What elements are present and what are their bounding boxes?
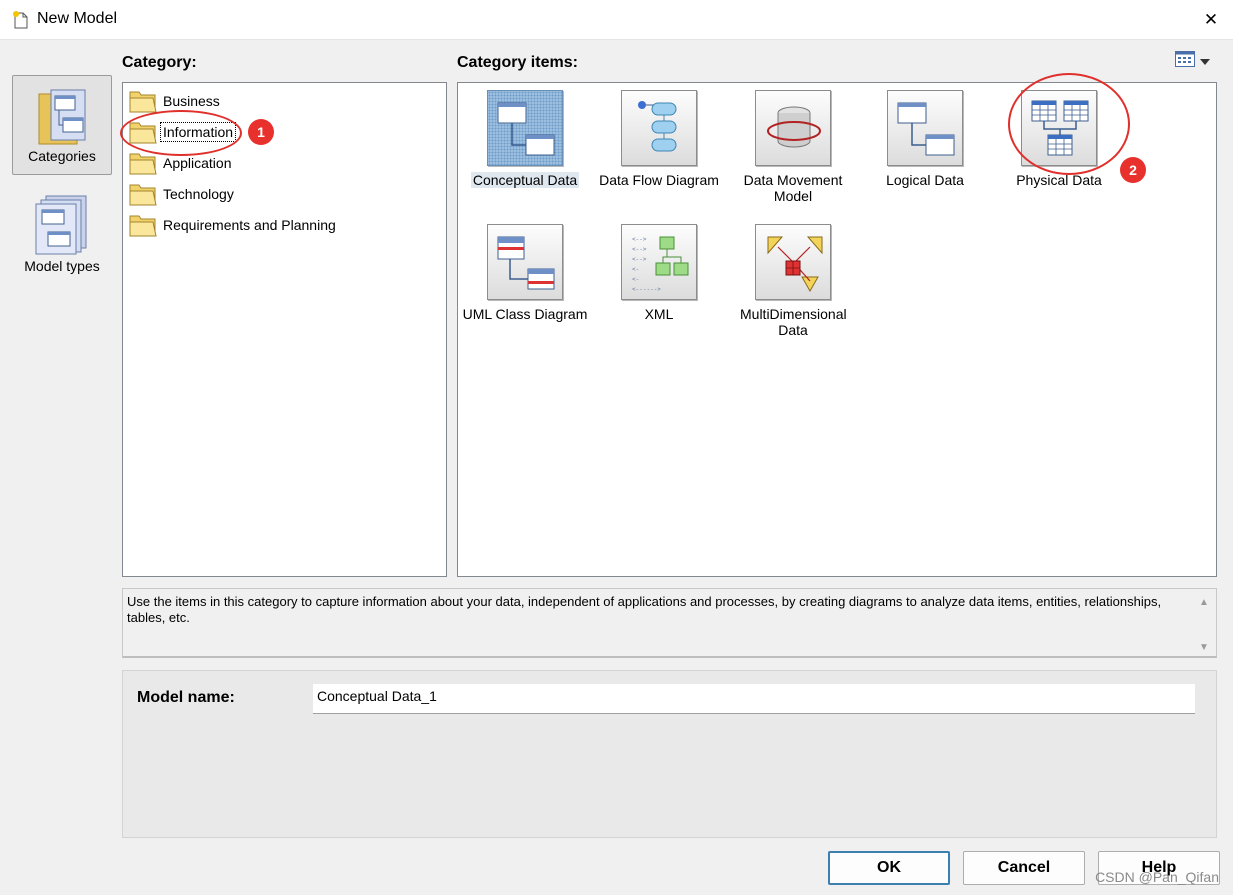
nav-categories-button[interactable]: Categories xyxy=(12,75,112,175)
multidimensional-data-icon xyxy=(755,224,831,300)
model-types-icon xyxy=(34,194,90,259)
category-item-technology[interactable]: Technology xyxy=(129,180,236,208)
model-name-panel: Model name: xyxy=(122,670,1217,838)
folder-icon xyxy=(129,88,157,114)
conceptual-data-icon xyxy=(487,90,563,166)
close-icon: ✕ xyxy=(1203,10,1219,29)
category-item-business[interactable]: Business xyxy=(129,87,222,115)
item-label: MultiDimensional Data xyxy=(740,306,847,338)
category-header: Category: xyxy=(122,54,197,71)
new-model-icon xyxy=(12,10,30,30)
item-label: Physical Data xyxy=(1016,172,1102,188)
item-data-flow-diagram[interactable]: Data Flow Diagram xyxy=(594,90,724,188)
category-label-application: Application xyxy=(163,155,232,171)
item-label: Conceptual Data xyxy=(470,172,580,188)
grid-view-icon xyxy=(1175,50,1195,70)
category-label-requirements-and-planning: Requirements and Planning xyxy=(163,217,336,233)
close-button[interactable]: ✕ xyxy=(1189,0,1233,40)
item-uml-class-diagram[interactable]: UML Class Diagram xyxy=(460,224,590,322)
nav-model-types-button[interactable]: Model types xyxy=(12,190,112,290)
item-label: Data Flow Diagram xyxy=(599,172,719,188)
nav-model-types-label: Model types xyxy=(24,258,100,274)
category-items-header: Category items: xyxy=(457,54,578,71)
watermark: CSDN @Pan_Qifan xyxy=(1095,869,1219,885)
physical-data-icon xyxy=(1021,90,1097,166)
folder-icon xyxy=(129,119,157,145)
data-flow-diagram-icon xyxy=(621,90,697,166)
nav-categories-label: Categories xyxy=(28,148,96,164)
xml-icon: <--> <--> <--> <- <- <------> xyxy=(621,224,697,300)
category-description: Use the items in this category to captur… xyxy=(122,588,1217,658)
category-description-text: Use the items in this category to captur… xyxy=(127,594,1162,625)
cancel-button[interactable]: Cancel xyxy=(963,851,1085,885)
folder-icon xyxy=(129,212,157,238)
categories-icon xyxy=(37,86,89,149)
model-name-label: Model name: xyxy=(137,689,235,706)
svg-text:<-: <- xyxy=(632,276,639,283)
category-list[interactable]: Business Information Application Technol… xyxy=(122,82,447,577)
annotation-badge-2: 2 xyxy=(1120,157,1146,183)
item-label: XML xyxy=(644,306,674,322)
data-movement-model-icon xyxy=(755,90,831,166)
svg-text:<-: <- xyxy=(632,266,639,273)
item-label: UML Class Diagram xyxy=(462,306,588,322)
svg-text:<-->: <--> xyxy=(632,236,647,243)
item-logical-data[interactable]: Logical Data xyxy=(860,90,990,188)
category-item-application[interactable]: Application xyxy=(129,149,234,177)
category-items-grid[interactable]: Conceptual Data Data Flow Diagram Data M… xyxy=(457,82,1217,577)
item-label: Logical Data xyxy=(886,172,964,188)
item-multidimensional-data[interactable]: MultiDimensional Data xyxy=(728,224,858,338)
category-item-requirements-and-planning[interactable]: Requirements and Planning xyxy=(129,211,338,239)
category-item-information[interactable]: Information xyxy=(129,118,237,146)
svg-text:<-->: <--> xyxy=(632,246,647,253)
ok-button[interactable]: OK xyxy=(828,851,950,885)
item-label: Data Movement Model xyxy=(743,172,843,204)
title-bar: New Model ✕ xyxy=(0,0,1233,40)
category-label-business: Business xyxy=(163,93,220,109)
model-name-input[interactable] xyxy=(313,684,1195,714)
category-label-technology: Technology xyxy=(163,186,234,202)
scroll-down-icon[interactable]: ▼ xyxy=(1198,640,1210,653)
logical-data-icon xyxy=(887,90,963,166)
item-xml[interactable]: <--> <--> <--> <- <- <------> XML xyxy=(594,224,724,322)
svg-text:<------>: <------> xyxy=(632,286,661,293)
item-physical-data[interactable]: Physical Data xyxy=(994,90,1124,188)
item-conceptual-data[interactable]: Conceptual Data xyxy=(460,90,590,188)
uml-class-diagram-icon xyxy=(487,224,563,300)
chevron-down-icon xyxy=(1200,52,1210,68)
view-mode-dropdown[interactable] xyxy=(1175,50,1213,70)
item-data-movement-model[interactable]: Data Movement Model xyxy=(728,90,858,204)
category-label-information: Information xyxy=(159,122,237,142)
folder-icon xyxy=(129,150,157,176)
annotation-badge-1: 1 xyxy=(248,119,274,145)
svg-text:<-->: <--> xyxy=(632,256,647,263)
window-title: New Model xyxy=(37,10,118,27)
scroll-up-icon[interactable]: ▲ xyxy=(1198,595,1210,608)
folder-icon xyxy=(129,181,157,207)
